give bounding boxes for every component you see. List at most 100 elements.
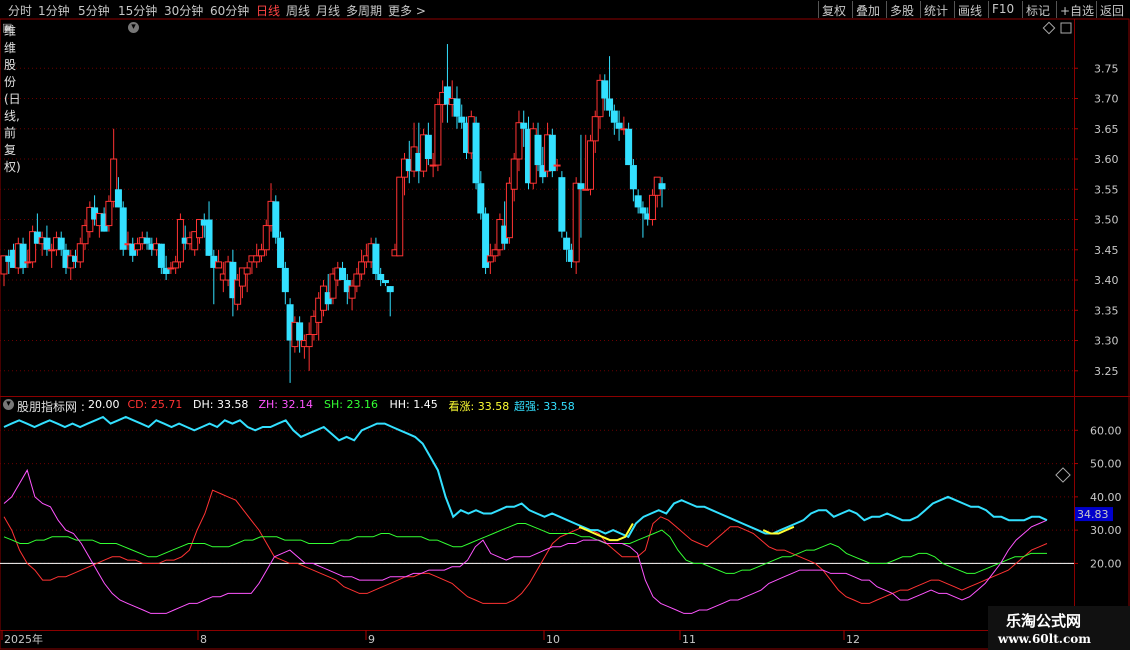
candle-body-up [510, 158, 518, 190]
panel-toggle-icon [1060, 22, 1072, 34]
candle-body-down [615, 122, 623, 129]
price-tick-label: 3.50 [1094, 214, 1119, 227]
candle-body-down [281, 267, 289, 293]
candle-body-down [296, 322, 304, 341]
candle-body-up [553, 164, 561, 167]
candle-body-up [591, 116, 599, 142]
candle-body-down [634, 195, 642, 208]
x-tick-label: 10 [546, 633, 560, 646]
candle-body-down [601, 80, 609, 99]
indicator-value-7: 超强: 33.58 [514, 400, 575, 413]
candle-body-down [272, 201, 280, 238]
indicator-value-6: 看涨: 33.58 [448, 400, 510, 413]
candle-body-up [648, 194, 656, 221]
price-tick-label: 3.60 [1094, 153, 1119, 166]
indicator-value-4: SH: 23.16 [324, 398, 378, 411]
candle-body-down [477, 183, 485, 214]
price-tick-label: 3.45 [1094, 244, 1119, 257]
x-tick-label: 11 [682, 633, 696, 646]
candle-body-down [205, 219, 213, 256]
candle-body-up [76, 243, 84, 263]
candle-body-up [134, 243, 142, 251]
price-tick-label: 3.55 [1094, 183, 1119, 196]
candle-body-down [629, 165, 637, 190]
candle-body-down [606, 98, 614, 111]
main-chart-title: 维维股份(日线,前复权) [4, 24, 21, 174]
indicator-diamond-icon [1055, 467, 1071, 483]
candle-body-down [520, 122, 528, 129]
candle-body-down [377, 273, 385, 281]
candle-body-up [305, 333, 313, 348]
candle-body-down [57, 237, 65, 250]
current-value-label: 34.83 [1077, 508, 1109, 521]
indicator-value-3: ZH: 32.14 [258, 398, 314, 411]
candle-body-up [586, 140, 594, 190]
candle-body-up [505, 182, 513, 239]
candle-body-down [114, 189, 122, 208]
x-tick-label: 12 [846, 633, 860, 646]
watermark-line2: www.60lt.com [998, 632, 1091, 646]
watermark: 乐淘公式网 www.60lt.com [988, 606, 1130, 650]
watermark-line1: 乐淘公式网 [1006, 612, 1082, 630]
candle-body-down [277, 237, 285, 268]
series-line-SH [3, 523, 1047, 574]
indicator-tick-label: 40.00 [1090, 491, 1122, 504]
price-tick-label: 3.25 [1094, 365, 1119, 378]
candle-body-up [353, 273, 361, 287]
candle-body-down [19, 243, 27, 268]
outer-frame [0, 18, 1130, 650]
candle-body-down [386, 286, 394, 293]
candle-body-down [424, 134, 432, 160]
candle-body-down [381, 280, 389, 284]
indicator-value-1: CD: 25.71 [127, 398, 183, 411]
indicator-name: 股朋指标网 : [17, 400, 85, 414]
candle-body-up [491, 249, 499, 257]
candle-body-up [215, 261, 223, 269]
indicator-value-0: 20.00 [88, 398, 120, 411]
candle-body-down [558, 177, 566, 232]
candle-body-up [396, 176, 404, 257]
candle-body-down [625, 128, 633, 166]
indicator-value-5: HH: 1.45 [389, 398, 438, 411]
indicator-value-2: DH: 33.58 [193, 398, 249, 411]
candle-body-down [577, 183, 585, 190]
candle-body-down [157, 243, 165, 268]
candle-body-down [534, 134, 542, 166]
candle-body-up [105, 200, 113, 227]
candle-body-down [658, 183, 666, 190]
price-tick-label: 3.65 [1094, 123, 1119, 136]
candle-body-up [486, 255, 494, 263]
diamond-icon [1042, 21, 1056, 35]
candle-body-down [610, 110, 618, 123]
candle-body-up [257, 249, 265, 257]
candle-body-down [472, 122, 480, 184]
price-tick-label: 3.70 [1094, 93, 1119, 106]
title-dropdown-icon[interactable]: ▾ [128, 22, 139, 33]
candle-body-down [372, 243, 380, 274]
price-tick-label: 3.40 [1094, 274, 1119, 287]
candle-body-up [253, 255, 261, 263]
indicator-tick-label: 20.00 [1090, 557, 1122, 570]
candle-body-up [348, 285, 356, 299]
candle-body-up [434, 104, 442, 166]
candle-body-up [262, 225, 270, 251]
chart-area: 3.75 3.70 3.65 3.60 3.55 3.50 3.45 3.40 3.35 3.30… [0, 18, 1130, 650]
x-tick-label: 9 [368, 633, 375, 646]
price-tick-label: 3.35 [1094, 304, 1119, 317]
x-tick-label: 2025年 [4, 632, 43, 646]
candle-body-down [339, 267, 347, 281]
price-tick-label: 3.30 [1094, 335, 1119, 348]
price-tick-label: 3.75 [1094, 62, 1119, 75]
indicator-dropdown-icon[interactable]: ▾ [3, 399, 14, 410]
candle-body-down [43, 237, 51, 250]
candle-body-down [453, 98, 461, 117]
candle-body-down [143, 237, 151, 244]
indicator-tick-label: 50.00 [1090, 458, 1122, 471]
indicator-tick-label: 30.00 [1090, 524, 1122, 537]
indicator-tick-label: 60.00 [1090, 424, 1122, 437]
candle-body-down [639, 207, 647, 214]
candle-body-down [563, 237, 571, 250]
candle-body-up [243, 267, 251, 275]
x-tick-label: 8 [200, 633, 207, 646]
candle-body-down [458, 116, 466, 123]
